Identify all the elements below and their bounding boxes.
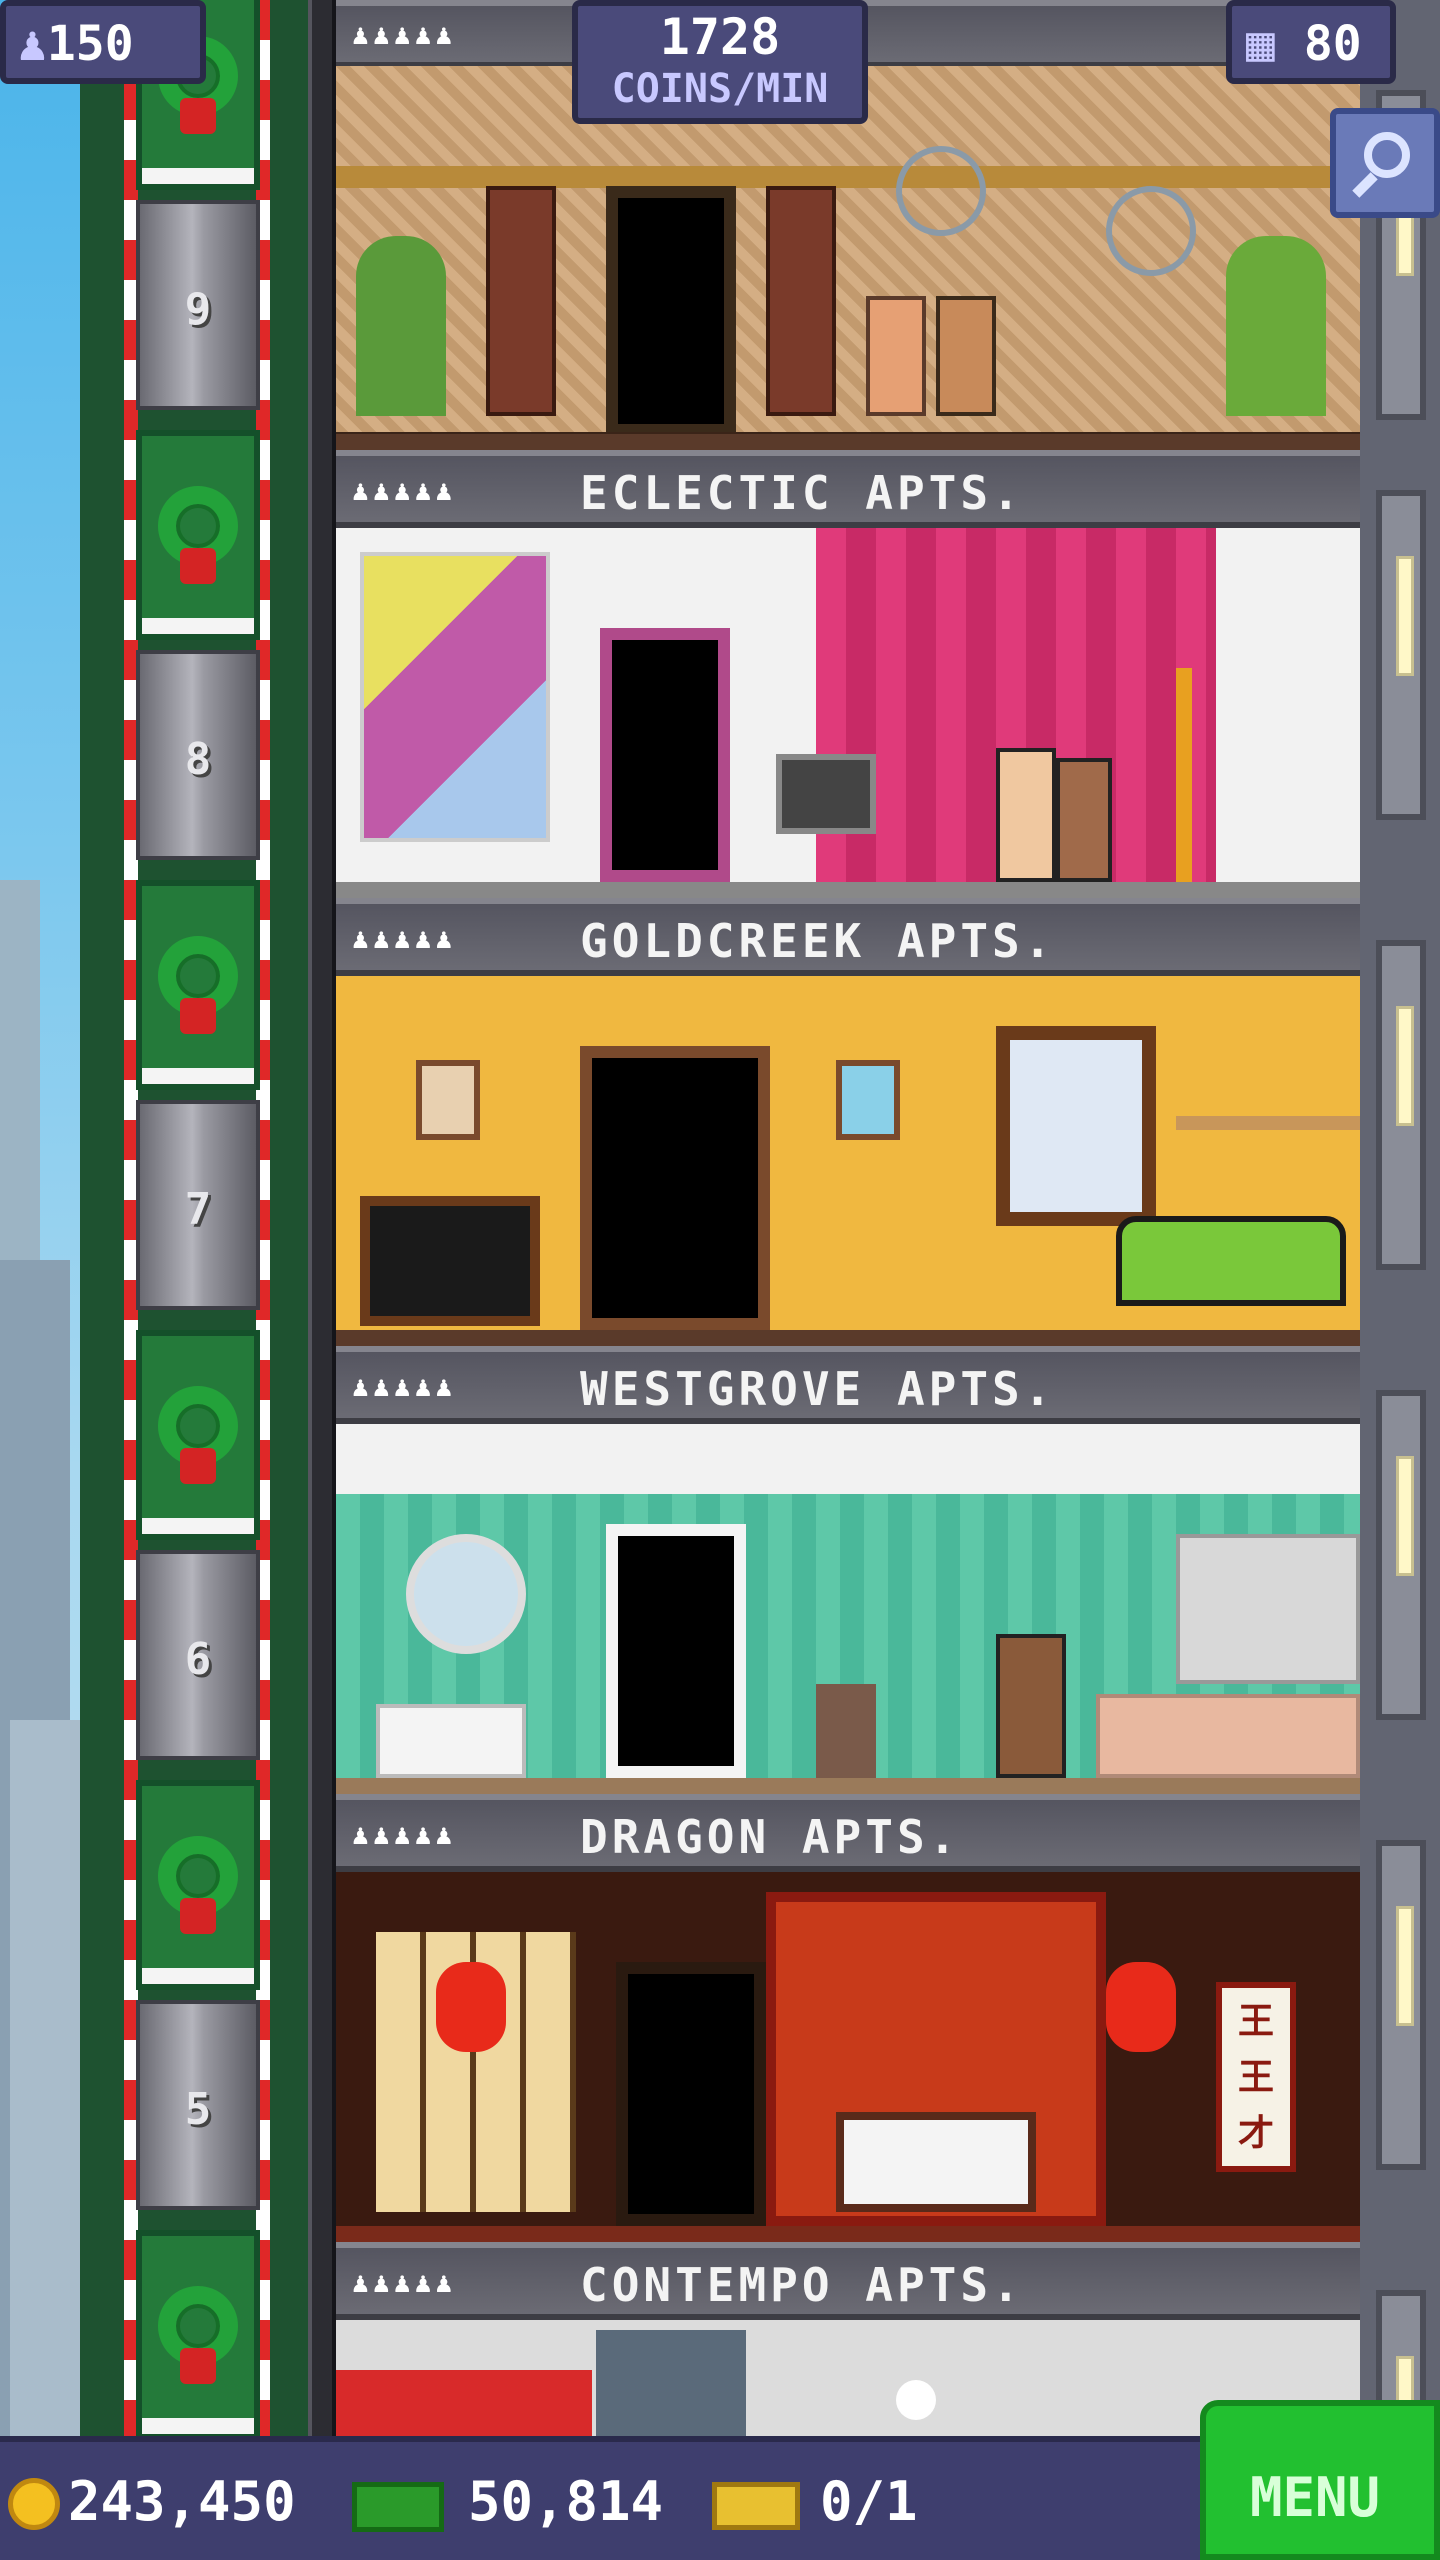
wreath-decoration <box>136 2230 260 2440</box>
floor-door[interactable] <box>600 628 730 882</box>
retro-tv <box>360 1196 540 1326</box>
distant-building <box>10 1720 80 2450</box>
pendant-light <box>896 2380 936 2420</box>
coins-per-minute: 1728 COINS/MIN <box>572 0 868 124</box>
counter <box>1096 1694 1360 1778</box>
picture-frame <box>836 1060 900 1140</box>
cash-bill-icon <box>352 2482 444 2532</box>
elevator-shaft[interactable] <box>308 0 336 2450</box>
coins-value: 243,450 <box>68 2470 296 2533</box>
elevator-floor-6[interactable]: 6 <box>136 1550 260 1760</box>
wreath-decoration <box>136 430 260 640</box>
floor-boards <box>336 432 1360 434</box>
floor-door[interactable] <box>606 1524 746 1778</box>
floor-name: ECLECTIC APTS. <box>580 466 1024 520</box>
vanity-table <box>376 1704 526 1778</box>
golden-ticket-icon <box>712 2482 800 2530</box>
floor-name: CONTEMPO APTS. <box>580 2258 1024 2312</box>
picture-frame <box>416 1060 480 1140</box>
floor-sign: ♟♟♟♟♟ DRAGON APTS. <box>336 1794 1360 1872</box>
wreath-decoration <box>136 1780 260 1990</box>
resident-slots: ♟♟♟♟♟ <box>352 922 457 955</box>
resident-slots: ♟♟♟♟♟ <box>352 2266 457 2299</box>
floor-name: DRAGON APTS. <box>580 1810 961 1864</box>
floor-sign: ♟♟♟♟♟ WESTGROVE APTS. <box>336 1346 1360 1424</box>
resident-slots: ♟♟♟♟♟ <box>352 474 457 507</box>
floor-eclectic[interactable] <box>336 528 1360 898</box>
red-lantern <box>436 1962 506 2052</box>
floor-counter[interactable]: ▦ 80 <box>1226 0 1396 84</box>
floor-dragon[interactable]: 王王才 <box>336 1872 1360 2242</box>
green-sofa <box>1116 1216 1346 1306</box>
floor-sign: ♟♟♟♟♟ ECLECTIC APTS. <box>336 450 1360 528</box>
calligraphy-scroll: 王王才 <box>1216 1982 1296 2172</box>
resident-slots: ♟♟♟♟♟ <box>352 1370 457 1403</box>
floor-goldcreek[interactable] <box>336 976 1360 1346</box>
bookshelf <box>1176 1116 1360 1130</box>
magnifier-icon[interactable] <box>1330 108 1440 218</box>
elevator-floor-8[interactable]: 8 <box>136 650 260 860</box>
floor-sign: ♟♟♟♟♟ CONTEMPO APTS. <box>336 2242 1360 2320</box>
person-up-icon: ♟ <box>18 16 47 72</box>
tiki-statue <box>766 186 836 416</box>
wreath-decoration <box>136 1330 260 1540</box>
ceiling <box>336 1424 1360 1494</box>
window <box>996 1026 1156 1226</box>
wall-window <box>1376 1390 1426 1720</box>
wall-window <box>1376 940 1426 1270</box>
floor-name: GOLDCREEK APTS. <box>580 914 1056 968</box>
wreath-decoration <box>136 880 260 1090</box>
coin-icon <box>8 2478 60 2530</box>
bux-value: 50,814 <box>468 2470 664 2533</box>
building-grid-icon: ▦ <box>1246 16 1275 72</box>
red-lantern <box>1106 1962 1176 2052</box>
cabinet <box>596 2330 746 2450</box>
bitizen <box>936 296 996 416</box>
tiki-statue <box>486 186 556 416</box>
floor-door[interactable] <box>580 1046 770 1330</box>
floor-name: WESTGROVE APTS. <box>580 1362 1056 1416</box>
floor-door[interactable] <box>606 186 736 434</box>
elevator-floor-7[interactable]: 7 <box>136 1100 260 1310</box>
wall-window <box>1376 490 1426 820</box>
abstract-painting <box>360 552 550 842</box>
coins-per-min-unit: COINS/MIN <box>611 66 829 112</box>
tickets-value: 0/1 <box>820 2470 918 2533</box>
bitizen <box>996 1634 1066 1778</box>
bitizen <box>1056 758 1112 882</box>
potted-plant <box>1226 236 1326 416</box>
floor-sign: ♟♟♟♟♟ GOLDCREEK APTS. <box>336 898 1360 976</box>
wall-window <box>1376 1840 1426 2170</box>
bird-cage <box>896 146 986 236</box>
fridge <box>1176 1534 1360 1684</box>
bitizen <box>996 748 1056 882</box>
elevator-floor-5[interactable]: 5 <box>136 2000 260 2210</box>
mirror <box>406 1534 526 1654</box>
bird-cage <box>1106 186 1196 276</box>
floor-door[interactable] <box>616 1962 766 2226</box>
bitizen <box>866 296 926 416</box>
resident-slots: ♟♟♟♟♟ <box>352 1818 457 1851</box>
tv-stand <box>776 754 876 834</box>
bed <box>836 2112 1036 2212</box>
floor-westgrove[interactable] <box>336 1424 1360 1794</box>
population-counter[interactable]: ♟150 <box>0 0 206 84</box>
cafe-table <box>816 1684 876 1778</box>
potted-plant <box>356 236 446 416</box>
bamboo-beam <box>336 166 1360 188</box>
sky-background <box>0 0 80 2450</box>
floor-lamp <box>1176 668 1192 882</box>
menu-button[interactable]: MENU <box>1200 2400 1440 2560</box>
elevator-floor-9[interactable]: 9 <box>136 200 260 410</box>
coins-per-min-value: 1728 <box>659 8 781 66</box>
